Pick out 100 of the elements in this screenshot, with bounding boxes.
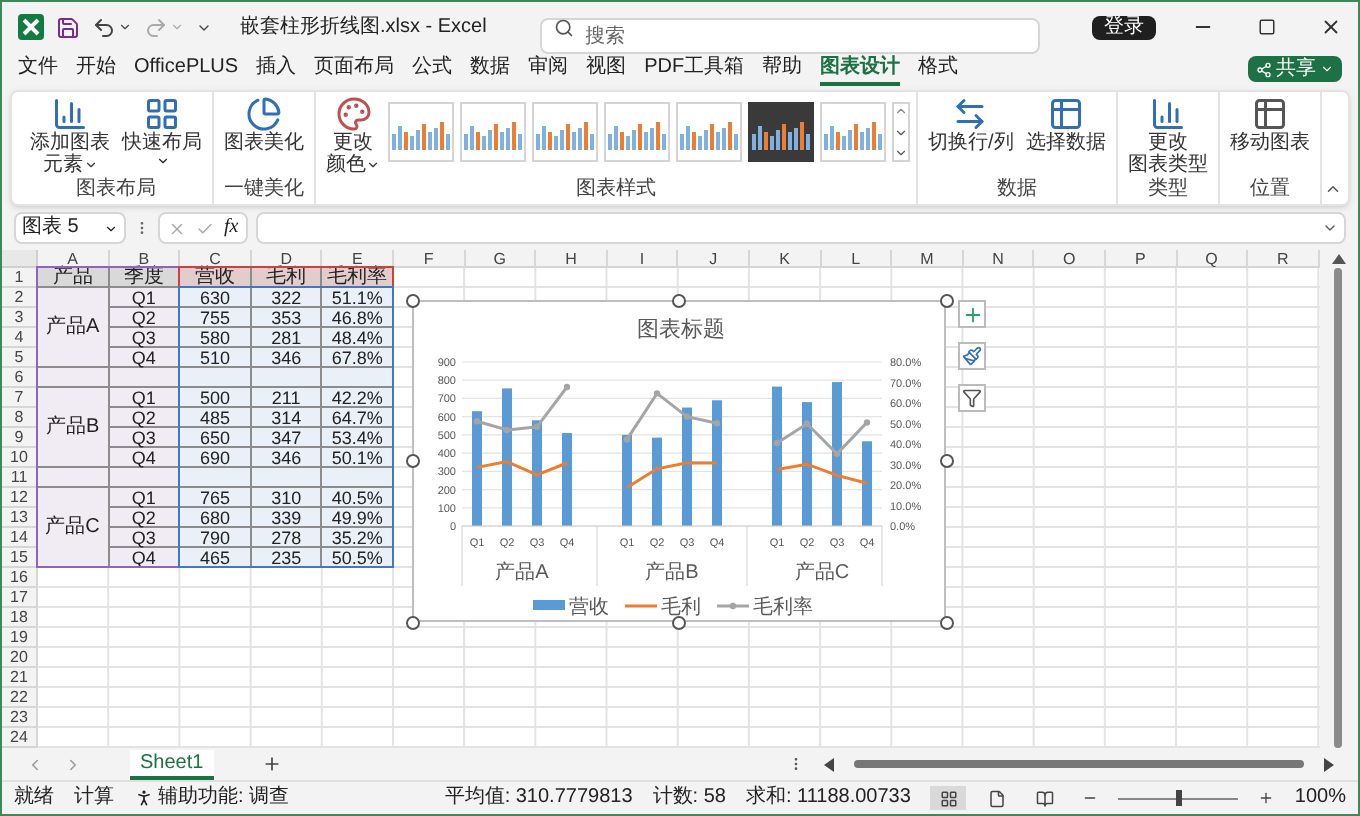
column-header[interactable]: L — [821, 250, 893, 268]
collapse-icon[interactable] — [1324, 180, 1342, 198]
undo-icon[interactable] — [92, 15, 116, 39]
menu-tab[interactable]: 帮助 — [762, 53, 803, 85]
row-header[interactable]: 8 — [2, 408, 38, 428]
row-header[interactable]: 18 — [2, 608, 38, 628]
row-header[interactable]: 20 — [2, 648, 38, 668]
accessibility-status[interactable]: 辅助功能: 调查 — [158, 786, 290, 810]
scrollbar-thumb[interactable] — [1334, 268, 1343, 748]
row-header[interactable]: 5 — [2, 348, 38, 368]
menu-tab[interactable]: 插入 — [256, 53, 297, 85]
column-header[interactable]: J — [678, 250, 750, 268]
column-header[interactable]: G — [465, 250, 537, 268]
row-header[interactable]: 15 — [2, 548, 38, 568]
row-header[interactable]: 16 — [2, 568, 38, 588]
menu-tab[interactable]: 开始 — [76, 53, 116, 85]
accessibility-icon[interactable] — [134, 788, 154, 808]
add-sheet-icon[interactable] — [261, 754, 282, 774]
caret-icon[interactable] — [118, 20, 132, 34]
bar — [682, 407, 692, 526]
row-header[interactable]: 9 — [2, 428, 38, 448]
row-header[interactable]: 1 — [2, 268, 38, 288]
insert-function-button[interactable]: fx — [224, 216, 239, 240]
table-cell: 650 — [180, 428, 252, 448]
row-header[interactable]: 13 — [2, 508, 38, 528]
data-marker — [863, 419, 871, 426]
legend-swatch — [717, 602, 749, 610]
ribbon-button[interactable]: 快速布局 — [118, 96, 206, 168]
column-header[interactable]: O — [1034, 250, 1106, 268]
share-button[interactable]: 共享 — [1248, 56, 1342, 82]
zoom-level[interactable]: 100% — [1294, 786, 1346, 810]
menu-tab[interactable]: 图表设计 — [820, 53, 901, 85]
zoom-slider[interactable] — [1118, 790, 1239, 806]
menu-tab[interactable]: OfficePLUS — [134, 53, 239, 85]
menu-tab[interactable]: PDF工具箱 — [644, 53, 745, 85]
more-icon[interactable] — [894, 146, 908, 160]
zoom-in-icon[interactable] — [1258, 790, 1275, 806]
ribbon-button[interactable]: 选择数据 — [1021, 96, 1110, 154]
column-header[interactable]: H — [536, 250, 608, 268]
column-header[interactable]: M — [892, 250, 964, 268]
menu-tab[interactable]: 文件 — [18, 53, 58, 85]
row-header[interactable]: 10 — [2, 448, 38, 468]
scroll-right-icon[interactable] — [1324, 757, 1334, 771]
menu-tab[interactable]: 视图 — [586, 53, 627, 85]
row-header[interactable]: 4 — [2, 328, 38, 348]
ribbon-button[interactable]: 更改 图表类型 — [1123, 96, 1212, 176]
normal-view-button[interactable] — [930, 786, 967, 810]
save-icon[interactable] — [56, 15, 80, 39]
row-header[interactable]: 19 — [2, 628, 38, 648]
row-header[interactable]: 17 — [2, 588, 38, 608]
table-cell: 40.5% — [322, 488, 394, 508]
column-header[interactable]: R — [1248, 250, 1320, 268]
menu-tab[interactable]: 审阅 — [528, 53, 569, 85]
expand-icon[interactable] — [1322, 220, 1338, 236]
scroll-down-icon[interactable] — [894, 125, 908, 139]
filter-button[interactable] — [958, 384, 986, 412]
row-header[interactable]: 6 — [2, 368, 38, 388]
row-header[interactable]: 2 — [2, 288, 38, 308]
search-field[interactable]: 搜索 — [539, 18, 1040, 54]
scroll-left-icon[interactable] — [824, 757, 834, 771]
horizontal-scrollbar-thumb[interactable] — [854, 760, 1304, 768]
row-header[interactable]: 21 — [2, 668, 38, 688]
menu-tab[interactable]: 页面布局 — [314, 53, 395, 85]
style-button[interactable] — [958, 342, 986, 370]
maximize-icon[interactable] — [1258, 18, 1276, 36]
zoom-slider-thumb[interactable] — [1175, 790, 1182, 806]
row-header[interactable]: 24 — [2, 728, 38, 748]
column-header[interactable]: I — [607, 250, 679, 268]
row-header[interactable]: 11 — [2, 468, 38, 488]
menu-tab[interactable]: 格式 — [918, 53, 959, 85]
sign-in-button[interactable]: 登录 — [1092, 15, 1156, 39]
add-element-button[interactable] — [958, 300, 986, 328]
sheet-tab[interactable]: Sheet1 — [130, 749, 214, 779]
scroll-up-icon[interactable] — [894, 104, 908, 118]
chart-style-thumbnail[interactable] — [748, 102, 814, 162]
scroll-up-icon[interactable] — [1331, 254, 1346, 264]
column-header[interactable]: N — [963, 250, 1035, 268]
row-header[interactable]: 12 — [2, 488, 38, 508]
ribbon-button[interactable]: 图表美化 — [220, 96, 308, 154]
ribbon-button[interactable]: 切换行/列 — [924, 96, 1018, 154]
column-header[interactable]: K — [749, 250, 822, 268]
row-header[interactable]: 3 — [2, 308, 38, 328]
row-header[interactable]: 7 — [2, 388, 38, 408]
ribbon-button[interactable]: 添加图表 元素 — [26, 96, 114, 176]
row-header[interactable]: 22 — [2, 688, 38, 708]
menu-tab[interactable]: 数据 — [470, 53, 511, 85]
ribbon-button[interactable]: 更改 颜色 — [322, 96, 384, 176]
swap-icon — [952, 96, 989, 132]
menu-tab[interactable]: 公式 — [412, 53, 453, 85]
column-header[interactable]: Q — [1177, 250, 1249, 268]
name-box[interactable]: 图表 5 — [14, 212, 126, 244]
row-header[interactable]: 23 — [2, 708, 38, 728]
legend-swatch — [533, 600, 565, 610]
close-icon[interactable] — [1320, 16, 1342, 38]
formula-input[interactable] — [256, 212, 1346, 244]
row-header[interactable]: 14 — [2, 528, 38, 548]
column-header[interactable]: F — [393, 250, 466, 268]
status-text: 就绪 — [14, 786, 54, 810]
column-header[interactable]: P — [1105, 250, 1177, 268]
ribbon-button[interactable]: 移动图表 — [1225, 96, 1314, 154]
